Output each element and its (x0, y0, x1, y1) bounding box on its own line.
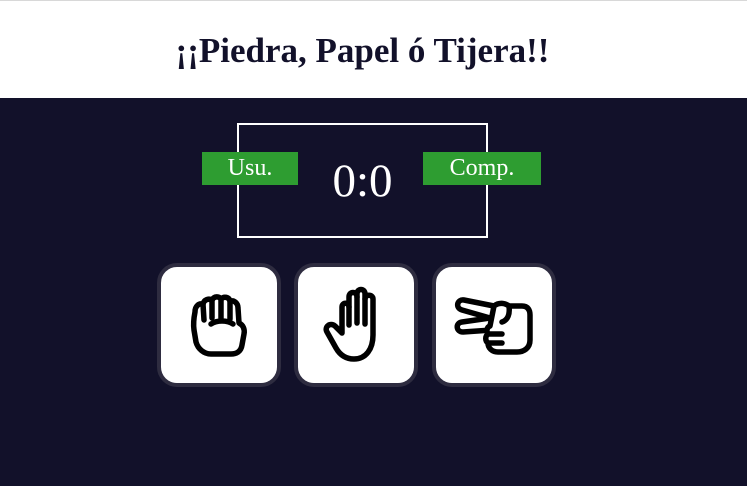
scissors-hand-icon (454, 297, 533, 355)
open-hand-paper-icon (323, 286, 376, 362)
game-page: ¡¡Piedra, Papel ó Tijera!! Usu. Comp. 0:… (0, 0, 747, 486)
score-display: 0:0 (332, 155, 393, 207)
paper-button[interactable] (294, 263, 418, 387)
fist-rock-icon (190, 294, 247, 357)
header-bar: ¡¡Piedra, Papel ó Tijera!! (0, 1, 747, 98)
scissors-button[interactable] (432, 263, 556, 387)
page-title: ¡¡Piedra, Papel ó Tijera!! (175, 31, 550, 70)
rock-button[interactable] (157, 263, 281, 387)
